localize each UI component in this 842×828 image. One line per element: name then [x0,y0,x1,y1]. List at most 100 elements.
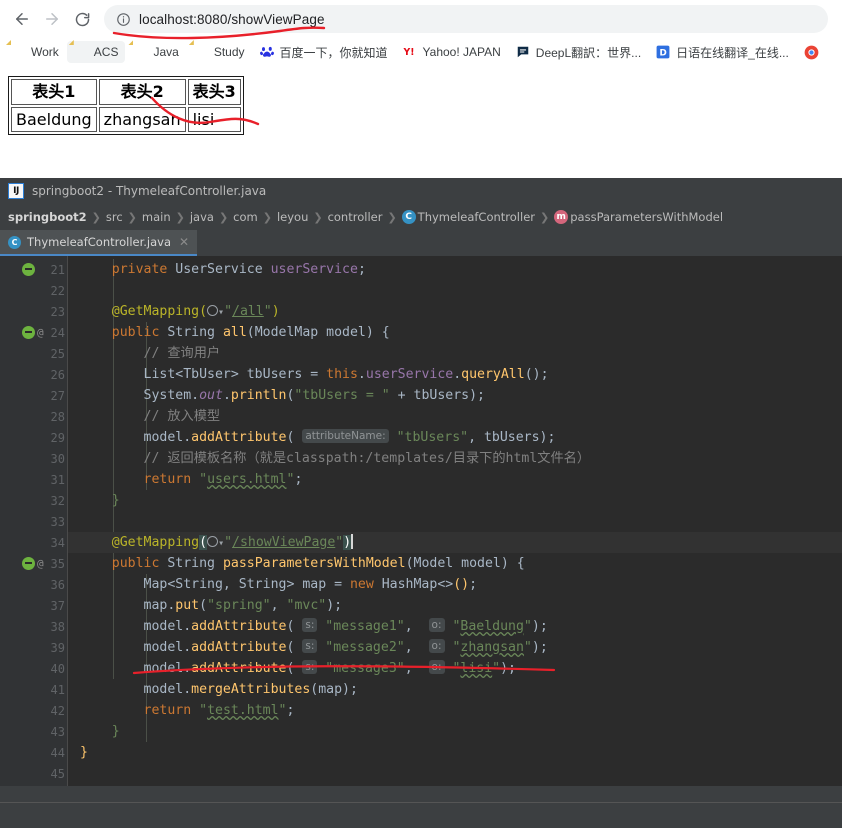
code-line-34[interactable]: @GetMapping(▾"/showViewPage") [68,532,842,553]
line-number: 26 [50,367,65,382]
bookmark-work[interactable]: Work [4,41,66,63]
chevron-right-icon: ❯ [91,210,101,224]
forward-button[interactable] [38,5,66,33]
spring-bean-icon[interactable] [22,263,35,276]
breadcrumb-item-main[interactable]: main [142,210,171,224]
svg-text:D: D [660,49,667,59]
spring-mapping-icon[interactable] [22,326,35,339]
bookmark-baidu[interactable]: 百度一下，你就知道 [253,40,395,65]
param-hint: o: [428,660,445,674]
override-icon[interactable]: @ [37,326,44,339]
bookmark-yahoo-japan[interactable]: Y! Yahoo! JAPAN [396,41,508,63]
gutter-row: 45 [0,763,67,784]
code-line-26[interactable]: List<TbUser> tbUsers = this.userService.… [68,364,842,385]
code-line-41[interactable]: model.mergeAttributes(map); [68,679,842,700]
breadcrumb-item-leyou[interactable]: leyou [277,210,308,224]
gutter-row: 38 [0,616,67,637]
code-content[interactable]: private UserService userService; @GetMap… [68,256,842,786]
code-line-44[interactable]: } [68,742,842,763]
code-line-45[interactable] [68,763,842,784]
tab-thymeleafcontroller[interactable]: C ThymeleafController.java ✕ [0,230,198,256]
editor-gutter[interactable]: 21 22 23 @24– 25 26 27 28 29 30 31 32 33… [0,256,84,786]
browser-window: localhost:8080/showViewPage Work ACS Jav… [0,0,842,178]
code-line-37[interactable]: map.put("spring", "mvc"); [68,595,842,616]
code-line-32[interactable]: } [68,490,842,511]
param-hint: s: [302,639,318,653]
code-line-42[interactable]: return "test.html"; [68,700,842,721]
gutter-row: 26 [0,364,67,385]
chevron-right-icon: ❯ [540,210,550,224]
web-endpoint-icon[interactable] [207,304,219,316]
gutter-row: 44 [0,742,67,763]
bookmark-label: ACS [93,45,119,59]
breadcrumb-item-project[interactable]: springboot2 [8,210,87,224]
tab-label: ThymeleafController.java [27,235,172,249]
web-endpoint-icon[interactable] [207,535,219,547]
chevron-right-icon: ❯ [175,210,185,224]
line-number: 34 [50,535,65,550]
breadcrumb-item-src[interactable]: src [106,210,123,224]
gutter-row: 29 [0,427,67,448]
gutter-row: 40 [0,658,67,679]
bookmark-chrome[interactable] [797,41,831,63]
line-number: 25 [50,346,65,361]
line-number: 27 [50,388,65,403]
code-line-21[interactable]: private UserService userService; [68,259,842,280]
code-line-30[interactable]: // 返回模板名称（就是classpath:/templates/目录下的htm… [68,448,842,469]
code-line-35[interactable]: public String passParametersWithModel(Mo… [68,553,842,574]
code-line-28[interactable]: // 放入模型 [68,406,842,427]
breadcrumb-item-class[interactable]: C ThymeleafController [401,210,535,224]
gutter-row: 23 [0,301,67,322]
code-line-36[interactable]: Map<String, String> map = new HashMap<>(… [68,574,842,595]
chevron-right-icon: ❯ [127,210,137,224]
breadcrumb-item-com[interactable]: com [233,210,258,224]
bookmarks-bar: Work ACS Java Study 百度一下，你就知道 Y! Yahoo! … [0,38,842,66]
breadcrumb-item-controller[interactable]: controller [328,210,383,224]
code-line-29[interactable]: model.addAttribute( attributeName: "tbUs… [68,427,842,448]
line-number: 36 [50,577,65,592]
table-cell: Baeldung [11,106,97,133]
back-button[interactable] [8,5,36,33]
ide-statusbar [0,802,842,828]
code-editor[interactable]: 21 22 23 @24– 25 26 27 28 29 30 31 32 33… [0,256,842,786]
chevron-right-icon: ❯ [387,210,397,224]
intellij-window: IJ springboot2 - ThymeleafController.jav… [0,178,842,828]
code-line-27[interactable]: System.out.println("tbUsers = " + tbUser… [68,385,842,406]
yahoo-icon: Y! [402,45,417,59]
breadcrumb-item-java[interactable]: java [190,210,214,224]
code-line-40[interactable]: model.addAttribute( s: "message3", o: "l… [68,658,842,679]
deepl-icon [516,45,530,59]
folder-icon [74,45,88,59]
spring-mapping-icon[interactable] [22,557,35,570]
code-line-22[interactable] [68,280,842,301]
code-line-39[interactable]: model.addAttribute( s: "message2", o: "z… [68,637,842,658]
override-icon[interactable]: @ [37,557,44,570]
editor-tabbar: C ThymeleafController.java ✕ [0,230,842,256]
url-text: localhost:8080/showViewPage [139,11,325,27]
close-icon[interactable]: ✕ [179,235,189,249]
code-line-24[interactable]: public String all(ModelMap model) { [68,322,842,343]
code-line-25[interactable]: // 查询用户 [68,343,842,364]
reload-button[interactable] [68,5,96,33]
line-number: 45 [50,766,65,781]
site-info-icon[interactable] [116,12,131,27]
bookmark-study[interactable]: Study [187,41,252,63]
bookmark-deepl[interactable]: DeepL翻訳：世界... [509,40,648,65]
gutter-row: 25 [0,343,67,364]
code-line-43[interactable]: } [68,721,842,742]
chevron-right-icon: ❯ [262,210,272,224]
code-line-23[interactable]: @GetMapping(▾"/all") [68,301,842,322]
bookmark-online-dict[interactable]: D 日语在线翻译_在线... [649,40,796,65]
table-cell: zhangsan [98,106,186,133]
code-line-38[interactable]: model.addAttribute( s: "message1", o: "B… [68,616,842,637]
breadcrumb-item-method[interactable]: m passParametersWithModel [554,210,723,224]
code-line-31[interactable]: return "users.html"; [68,469,842,490]
address-bar[interactable]: localhost:8080/showViewPage [104,5,828,33]
bookmark-java[interactable]: Java [126,41,185,63]
bookmark-acs[interactable]: ACS [66,41,126,63]
line-number: 44 [50,745,65,760]
chevron-right-icon: ❯ [218,210,229,224]
code-line-33[interactable] [68,511,842,532]
class-icon: C [401,210,416,224]
method-icon: m [554,210,569,224]
